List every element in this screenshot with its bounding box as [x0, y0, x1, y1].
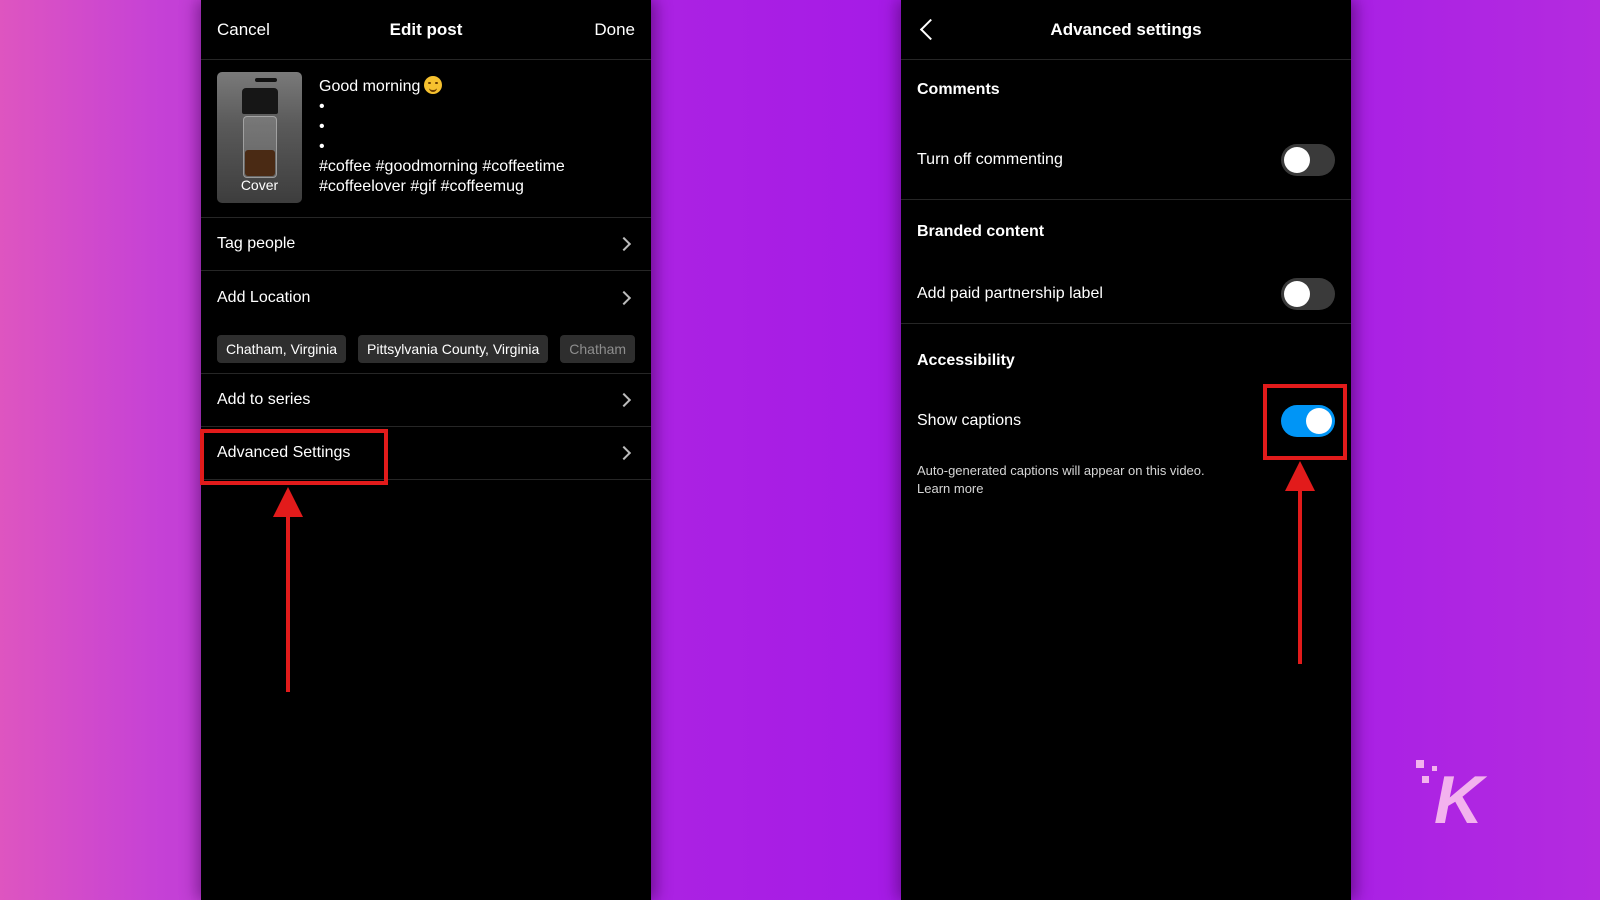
add-location-label: Add Location — [217, 288, 311, 306]
location-chip[interactable]: Chatham, Virginia — [217, 334, 347, 363]
location-chip[interactable]: Chatham — [560, 334, 636, 363]
grinder-handle-graphic — [255, 78, 277, 82]
chevron-right-icon — [616, 236, 632, 252]
caption-first-line: Good morning — [319, 78, 421, 95]
caption-hashtags-line: #coffeelover #gif #coffeemug — [319, 178, 524, 195]
paid-partnership-toggle[interactable] — [1281, 277, 1335, 310]
cancel-button[interactable]: Cancel — [217, 20, 270, 40]
location-suggestions: Chatham, Virginia Pittsylvania County, V… — [201, 324, 651, 374]
add-location-row[interactable]: Add Location — [201, 271, 651, 324]
show-captions-label: Show captions — [917, 412, 1022, 429]
paid-partnership-row: Add paid partnership label — [901, 264, 1351, 324]
add-to-series-label: Add to series — [217, 391, 311, 408]
toggle-knob — [1284, 146, 1310, 173]
cover-label: Cover — [240, 177, 279, 193]
captions-note-text: Auto-generated captions will appear on t… — [917, 463, 1205, 478]
turn-off-commenting-label: Turn off commenting — [917, 150, 1063, 168]
coffee-beans-graphic — [245, 150, 275, 176]
add-to-series-row[interactable]: Add to series — [201, 374, 651, 427]
caption-dot: • — [319, 98, 325, 115]
comments-section-header: Comments — [917, 81, 1000, 98]
edit-post-header: Cancel Edit post Done — [201, 0, 651, 60]
done-button[interactable]: Done — [594, 20, 635, 40]
captions-note: Auto-generated captions will appear on t… — [901, 462, 1351, 498]
turn-off-commenting-toggle[interactable] — [1281, 143, 1335, 176]
post-preview: Cover Good morning • • • #coffee #goodmo… — [201, 60, 651, 218]
caption-dot: • — [319, 138, 325, 155]
arrow-up-icon — [1285, 461, 1315, 491]
chevron-right-icon — [616, 392, 632, 408]
knowtechie-logo: K — [1416, 760, 1506, 840]
caption-text[interactable]: Good morning • • • #coffee #goodmorning … — [319, 76, 565, 197]
paid-partnership-label: Add paid partnership label — [917, 284, 1103, 302]
arrow-up-icon — [273, 487, 303, 517]
caption-hashtags-line: #coffee #goodmorning #coffeetime — [319, 158, 565, 175]
page-title: Advanced settings — [1050, 19, 1202, 39]
chevron-right-icon — [616, 290, 632, 305]
advanced-settings-header: Advanced settings — [901, 0, 1351, 60]
logo-dot — [1416, 760, 1424, 768]
branded-content-section-header: Branded content — [917, 223, 1045, 240]
highlight-box-advanced-settings — [200, 429, 388, 485]
arrow-shaft — [286, 515, 290, 692]
grinder-top-graphic — [242, 88, 278, 114]
highlight-box-show-captions — [1263, 384, 1347, 460]
chevron-right-icon — [616, 445, 632, 461]
location-chip[interactable]: Pittsylvania County, Virginia — [358, 334, 549, 363]
chevron-left-icon[interactable] — [919, 18, 942, 41]
turn-off-commenting-row: Turn off commenting — [901, 120, 1351, 200]
toggle-knob — [1284, 280, 1310, 307]
smiling-face-icon — [424, 76, 443, 94]
logo-k-glyph: K — [1434, 762, 1484, 838]
tag-people-row[interactable]: Tag people — [201, 218, 651, 271]
arrow-shaft — [1298, 489, 1302, 664]
learn-more-link[interactable]: Learn more — [917, 480, 1335, 498]
logo-dot — [1422, 776, 1429, 783]
caption-dot: • — [319, 118, 325, 135]
cover-thumbnail[interactable]: Cover — [217, 72, 302, 203]
tag-people-label: Tag people — [217, 235, 296, 252]
